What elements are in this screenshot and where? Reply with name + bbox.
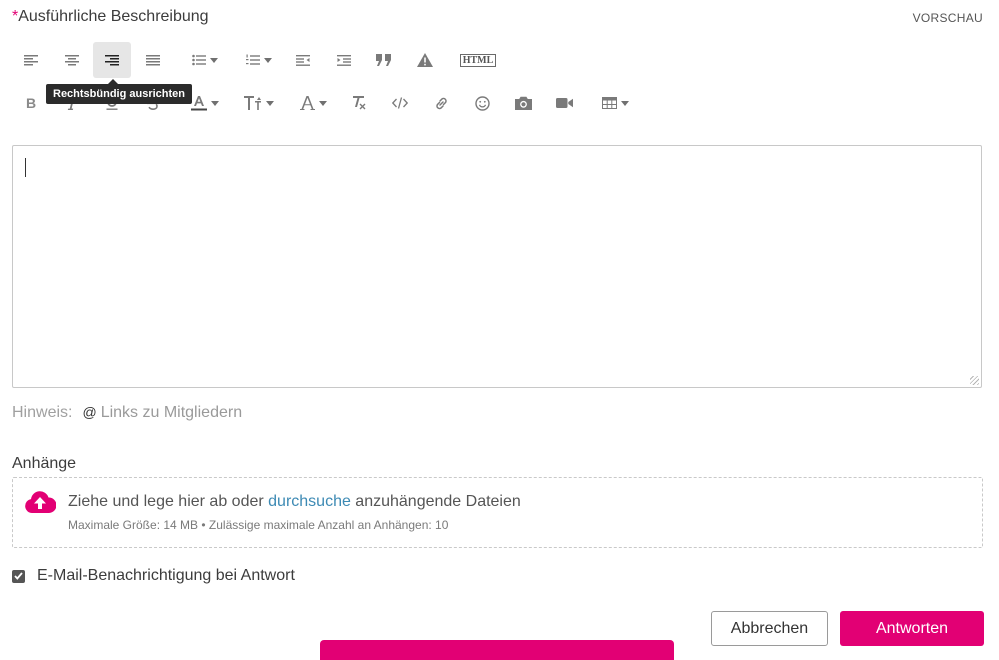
link-button[interactable] (422, 85, 460, 121)
align-justify-icon (146, 55, 160, 66)
hint-label: Hinweis: (12, 404, 73, 421)
clear-format-button[interactable] (340, 85, 378, 121)
table-button[interactable] (590, 85, 640, 121)
emoji-icon (474, 95, 490, 111)
browse-link[interactable]: durchsuche (268, 493, 351, 510)
chevron-down-icon (211, 100, 219, 106)
tooltip: Rechtsbündig ausrichten (46, 79, 193, 104)
text-cursor (25, 158, 26, 177)
hint: Hinweis: @ Links zu Mitgliedern (12, 404, 242, 422)
chevron-down-icon (264, 57, 272, 63)
video-button[interactable] (545, 85, 583, 121)
chevron-down-icon (210, 57, 218, 63)
link-icon (435, 97, 447, 109)
attachments-label: Anhänge (12, 455, 77, 472)
bold-button[interactable]: B (12, 85, 50, 121)
email-notification-label: E-Mail-Benachrichtigung bei Antwort (37, 567, 295, 584)
quote-icon (376, 54, 391, 66)
font-size-icon (244, 96, 261, 110)
align-left-button[interactable] (12, 42, 50, 78)
align-justify-button[interactable] (134, 42, 172, 78)
html-icon: HTML (459, 53, 497, 67)
outdent-icon (296, 55, 310, 66)
at-icon: @ (82, 404, 97, 420)
camera-icon (514, 96, 532, 110)
code-icon (392, 97, 408, 109)
checkmark-icon (14, 572, 23, 580)
align-center-icon (65, 55, 79, 66)
chevron-down-icon (318, 100, 327, 106)
font-family-icon (299, 96, 315, 110)
numbered-list-button[interactable] (234, 42, 284, 78)
warning-icon (417, 53, 433, 67)
video-icon (555, 98, 573, 108)
email-notification-checkbox[interactable] (12, 569, 25, 583)
font-color-icon (191, 96, 207, 111)
dropzone-text-after: anzuhängende Dateien (350, 493, 521, 510)
table-icon (601, 97, 617, 109)
floating-action-bar[interactable] (320, 640, 674, 660)
attachment-dropzone[interactable]: Ziehe und lege hier ab oder durchsuche a… (12, 477, 983, 548)
member-links-link[interactable]: Links zu Mitgliedern (101, 404, 242, 421)
align-left-icon (24, 55, 38, 66)
align-right-icon (105, 55, 119, 66)
dropzone-text: Ziehe und lege hier ab oder durchsuche a… (68, 493, 521, 511)
bullet-list-icon (192, 54, 206, 66)
clear-format-icon (352, 96, 365, 110)
align-center-button[interactable] (53, 42, 91, 78)
html-button[interactable]: HTML (456, 42, 500, 78)
description-label-text: Ausführliche Beschreibung (18, 8, 209, 25)
chevron-down-icon (266, 100, 274, 106)
preview-button[interactable]: VORSCHAU (913, 11, 983, 25)
font-family-button[interactable] (288, 85, 338, 121)
resize-handle-icon[interactable] (970, 376, 979, 385)
reply-button[interactable]: Antworten (840, 611, 984, 646)
email-notification-option[interactable]: E-Mail-Benachrichtigung bei Antwort (12, 567, 295, 585)
description-editor[interactable] (12, 145, 982, 388)
bullet-list-button[interactable] (180, 42, 230, 78)
quote-button[interactable] (365, 42, 403, 78)
cancel-button[interactable]: Abbrechen (711, 611, 828, 646)
indent-icon (337, 55, 351, 66)
warning-button[interactable] (406, 42, 444, 78)
description-label: *Ausführliche Beschreibung (12, 8, 209, 26)
numbered-list-icon (246, 54, 260, 65)
font-size-button[interactable] (234, 85, 284, 121)
outdent-button[interactable] (284, 42, 322, 78)
camera-button[interactable] (504, 85, 542, 121)
attachment-limits: Maximale Größe: 14 MB • Zulässige maxima… (68, 518, 449, 532)
dropzone-text-before: Ziehe und lege hier ab oder (68, 493, 269, 510)
bold-icon: B (25, 95, 37, 111)
align-right-button[interactable] (93, 42, 131, 78)
indent-button[interactable] (325, 42, 363, 78)
code-button[interactable] (381, 85, 419, 121)
cloud-upload-icon (25, 491, 56, 513)
emoji-button[interactable] (463, 85, 501, 121)
chevron-down-icon (620, 100, 629, 106)
